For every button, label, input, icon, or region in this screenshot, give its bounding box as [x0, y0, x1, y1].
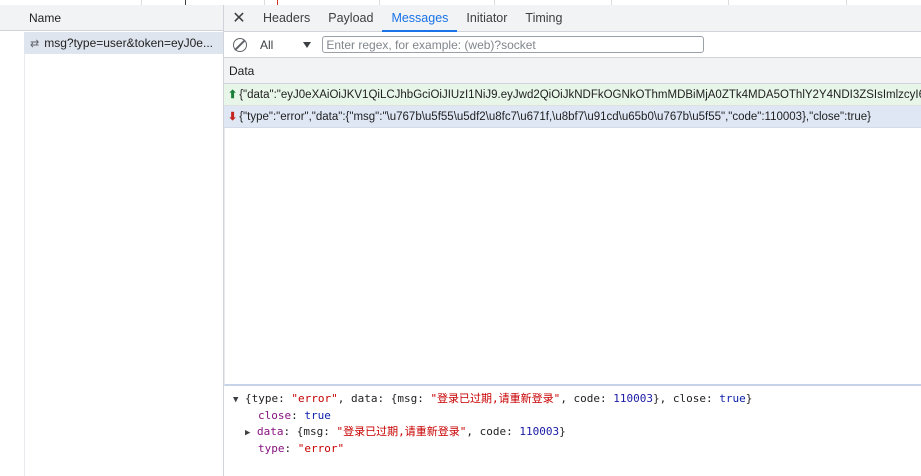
message-text: {"type":"error","data":{"msg":"\u767b\u5… — [239, 110, 871, 123]
request-row-websocket[interactable]: ⇄ msg?type=user&token=eyJ0e... — [24, 32, 223, 54]
chevron-down-icon[interactable] — [303, 41, 312, 48]
tab-payload[interactable]: Payload — [319, 5, 382, 32]
expand-triangle-icon[interactable]: ▼ — [233, 392, 245, 408]
message-type-select[interactable]: All — [260, 38, 273, 52]
message-filter-bar: All — [224, 32, 921, 58]
property-close: close: true — [258, 409, 331, 422]
property-data[interactable]: ▶ data: {msg: "登录已过期,请重新登录", code: 110003… — [224, 424, 921, 441]
clear-messages-icon[interactable] — [233, 37, 247, 52]
request-detail-pane: ✕ Headers Payload Messages Initiator Tim… — [224, 5, 921, 476]
message-detail-view: ▼ {type: "error", data: {msg: "登录已过期,请重新登… — [224, 386, 921, 457]
arrow-up-icon: ⬆ — [228, 89, 238, 101]
name-column-header[interactable]: Name — [0, 5, 223, 31]
request-list-gutter — [0, 32, 25, 476]
message-text: {"data":"eyJ0eXAiOiJKV1QiLCJhbGciOiJIUzI… — [239, 88, 921, 101]
request-list-pane: Name ⇄ msg?type=user&token=eyJ0e... — [0, 5, 224, 476]
message-list-empty-area — [224, 128, 921, 386]
data-column-header[interactable]: Data — [224, 58, 921, 84]
tab-initiator[interactable]: Initiator — [457, 5, 516, 32]
message-row-received[interactable]: ⬇ {"type":"error","data":{"msg":"\u767b\… — [224, 106, 921, 128]
name-header-label: Name — [29, 10, 62, 25]
detail-tabbar: ✕ Headers Payload Messages Initiator Tim… — [224, 5, 921, 32]
message-filter-input[interactable] — [322, 36, 705, 53]
message-row-sent[interactable]: ⬆ {"data":"eyJ0eXAiOiJKV1QiLCJhbGciOiJIU… — [224, 84, 921, 106]
tab-messages[interactable]: Messages — [382, 5, 458, 32]
tab-timing[interactable]: Timing — [516, 5, 571, 32]
tab-headers[interactable]: Headers — [254, 5, 319, 32]
arrow-down-icon: ⬇ — [228, 111, 238, 123]
request-name: msg?type=user&token=eyJ0e... — [44, 36, 213, 50]
websocket-icon: ⇄ — [30, 37, 40, 50]
expand-triangle-icon[interactable]: ▶ — [245, 425, 257, 441]
close-icon[interactable]: ✕ — [224, 8, 254, 28]
data-header-label: Data — [229, 63, 255, 78]
object-summary-line[interactable]: ▼ {type: "error", data: {msg: "登录已过期,请重新登… — [224, 391, 921, 408]
property-type: type: "error" — [258, 442, 345, 455]
